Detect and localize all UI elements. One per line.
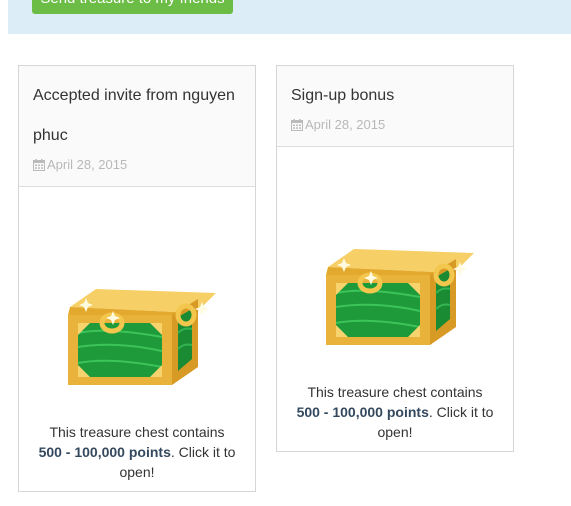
chest-text-intro: This treasure chest contains [307, 384, 483, 400]
chest-text-open: open! [119, 464, 155, 480]
card-header: Sign-up bonus April 28, 2015 [277, 66, 513, 147]
chest-text-intro: This treasure chest contains [49, 424, 225, 440]
card-date: April 28, 2015 [33, 156, 241, 174]
card-title-continued: phuc [33, 127, 68, 144]
card-title: Sign-up bonus [291, 87, 395, 104]
treasure-card[interactable]: Sign-up bonus April 28, 2015 This treasu… [276, 65, 514, 452]
calendar-icon [33, 159, 45, 171]
treasure-card[interactable]: Accepted invite from nguyen phuc April 2… [18, 65, 256, 492]
chest-text-click: . Click it to [170, 444, 236, 460]
card-body[interactable]: This treasure chest contains 500 - 100,0… [277, 147, 513, 451]
send-treasure-button[interactable]: Send treasure to my friends [32, 0, 233, 14]
treasure-chest-icon[interactable] [324, 245, 476, 349]
chest-description: This treasure chest contains 500 - 100,0… [277, 382, 513, 442]
chest-text-open: open! [377, 424, 413, 440]
card-date: April 28, 2015 [291, 116, 499, 134]
chest-points: 500 - 100,000 points [296, 404, 429, 420]
card-date-text: April 28, 2015 [47, 157, 128, 172]
treasure-chest-icon[interactable] [66, 285, 218, 389]
card-date-text: April 28, 2015 [305, 117, 386, 132]
card-header: Accepted invite from nguyen phuc April 2… [19, 66, 255, 187]
card-title: Accepted invite from nguyen [33, 87, 235, 104]
chest-description: This treasure chest contains 500 - 100,0… [19, 422, 255, 482]
top-banner: Send treasure to my friends [8, 0, 571, 34]
chest-points: 500 - 100,000 points [38, 444, 171, 460]
card-body[interactable]: This treasure chest contains 500 - 100,0… [19, 187, 255, 491]
chest-text-click: . Click it to [428, 404, 494, 420]
calendar-icon [291, 119, 303, 131]
